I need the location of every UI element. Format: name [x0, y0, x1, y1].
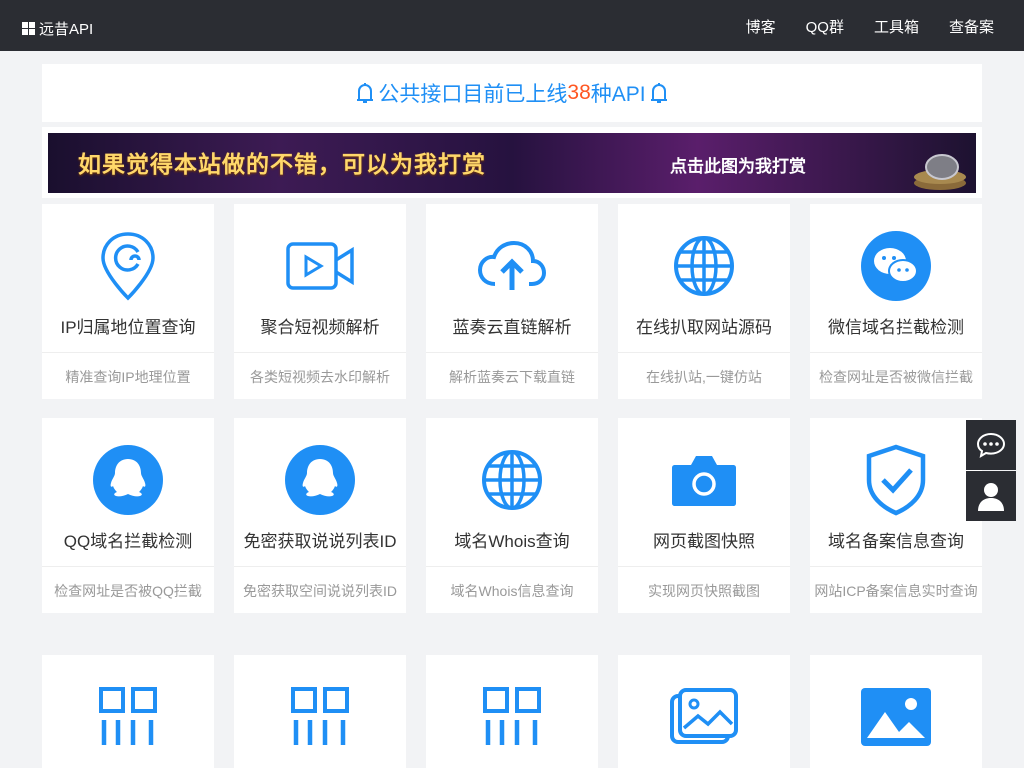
announcement-suffix: 种API — [590, 83, 646, 106]
api-card[interactable]: 蓝奏云直链解析解析蓝奏云下载直链 — [426, 204, 598, 399]
cloud-upload-icon — [426, 204, 598, 314]
api-card[interactable]: IP归属地位置查询精准查询IP地理位置 — [42, 204, 214, 399]
api-card[interactable]: 二维码自定义生成 — [234, 655, 406, 768]
api-count: 38 — [567, 81, 591, 104]
api-card-desc: 域名Whois信息查询 — [426, 566, 598, 613]
api-card-title: 在线扒取网站源码 — [636, 318, 772, 337]
chat-side-button[interactable] — [966, 420, 1016, 470]
qrcode-icon — [426, 655, 598, 765]
nav-beian-link[interactable]: 查备案 — [949, 16, 994, 37]
windows-logo-icon — [22, 22, 35, 35]
qrcode-icon — [234, 655, 406, 765]
api-card[interactable]: QQ域名拦截检测检查网址是否被QQ拦截 — [42, 418, 214, 613]
qq-icon — [42, 418, 214, 528]
video-icon — [234, 204, 406, 314]
api-card[interactable]: 域名Whois查询域名Whois信息查询 — [426, 418, 598, 613]
api-card-desc: 免密获取空间说说列表ID — [234, 566, 406, 613]
api-card-title: 域名备案信息查询 — [828, 532, 964, 551]
api-card[interactable]: 在线扒取网站源码在线扒站,一键仿站 — [618, 204, 790, 399]
donate-banner-cta: 点击此图为我打赏 — [670, 157, 806, 177]
api-card-title: 域名Whois查询 — [454, 532, 570, 551]
qrcode-icon — [42, 655, 214, 765]
user-icon — [978, 483, 1004, 511]
donate-banner[interactable]: 如果觉得本站做的不错，可以为我打赏 点击此图为我打赏 — [48, 133, 976, 193]
api-card-desc: 在线扒站,一键仿站 — [618, 352, 790, 399]
user-side-button[interactable] — [966, 471, 1016, 521]
api-card-desc: 实现网页快照截图 — [618, 566, 790, 613]
api-card-desc: 解析蓝奏云下载直链 — [426, 352, 598, 399]
image-frame-icon — [618, 655, 790, 765]
api-card-title: QQ域名拦截检测 — [63, 532, 193, 551]
api-card-desc: 检查网址是否被微信拦截 — [810, 352, 982, 399]
api-card-title: 蓝奏云直链解析 — [452, 318, 572, 337]
picture-icon — [810, 655, 982, 765]
api-card-desc: 检查网址是否被QQ拦截 — [42, 566, 214, 613]
location-pin-icon — [42, 204, 214, 314]
top-navbar: 远昔API 博客 QQ群 工具箱 查备案 — [0, 0, 1024, 51]
main-nav: 博客 QQ群 工具箱 查备案 — [716, 16, 994, 37]
qq-icon — [234, 418, 406, 528]
coins-icon — [914, 154, 966, 190]
api-card-title: 网页截图快照 — [653, 532, 755, 551]
nav-qq-group-link[interactable]: QQ群 — [806, 16, 844, 37]
api-card-desc: 网站ICP备案信息实时查询 — [810, 566, 982, 613]
api-card[interactable]: 网页截图快照实现网页快照截图 — [618, 418, 790, 613]
api-card[interactable]: 获取bing壁纸 — [810, 655, 982, 768]
api-card-title: 聚合短视频解析 — [260, 318, 380, 337]
wechat-icon — [810, 204, 982, 314]
api-card-title: 免密获取说说列表ID — [243, 532, 397, 551]
announcement-banner: 公共接口目前已上线 38 种API — [42, 64, 982, 122]
donate-banner-wrapper: 如果觉得本站做的不错，可以为我打赏 点击此图为我打赏 — [42, 127, 982, 198]
nav-toolbox-link[interactable]: 工具箱 — [874, 16, 919, 37]
api-card[interactable]: 推文二维码生成图 — [42, 655, 214, 768]
announcement-prefix: 公共接口目前已上线 — [378, 83, 568, 106]
api-card[interactable]: 聚合短视频解析各类短视频去水印解析 — [234, 204, 406, 399]
chat-bubble-icon — [976, 432, 1006, 459]
nav-blog-link[interactable]: 博客 — [746, 16, 776, 37]
globe-icon — [618, 204, 790, 314]
globe-icon — [426, 418, 598, 528]
api-card[interactable]: 微信域名拦截检测检查网址是否被微信拦截 — [810, 204, 982, 399]
api-card-title: IP归属地位置查询 — [60, 318, 196, 337]
bell-icon — [650, 83, 667, 103]
donate-banner-text: 如果觉得本站做的不错，可以为我打赏 — [78, 151, 486, 178]
api-card[interactable]: 域名备案信息查询网站ICP备案信息实时查询 — [810, 418, 982, 613]
api-card-desc: 精准查询IP地理位置 — [42, 352, 214, 399]
api-card-desc: 各类短视频去水印解析 — [234, 352, 406, 399]
shield-check-icon — [810, 418, 982, 528]
api-card-title: 微信域名拦截检测 — [828, 318, 964, 337]
bell-icon — [357, 83, 374, 103]
brand-logo[interactable]: 远昔API — [22, 18, 93, 39]
api-card[interactable]: 免密获取说说列表ID 免密获取空间说说列表ID — [234, 418, 406, 613]
api-card[interactable]: 二维码解析识别 — [426, 655, 598, 768]
brand-name: 远昔API — [39, 21, 94, 38]
api-card[interactable]: 随机角类壁纸图 — [618, 655, 790, 768]
camera-icon — [618, 418, 790, 528]
